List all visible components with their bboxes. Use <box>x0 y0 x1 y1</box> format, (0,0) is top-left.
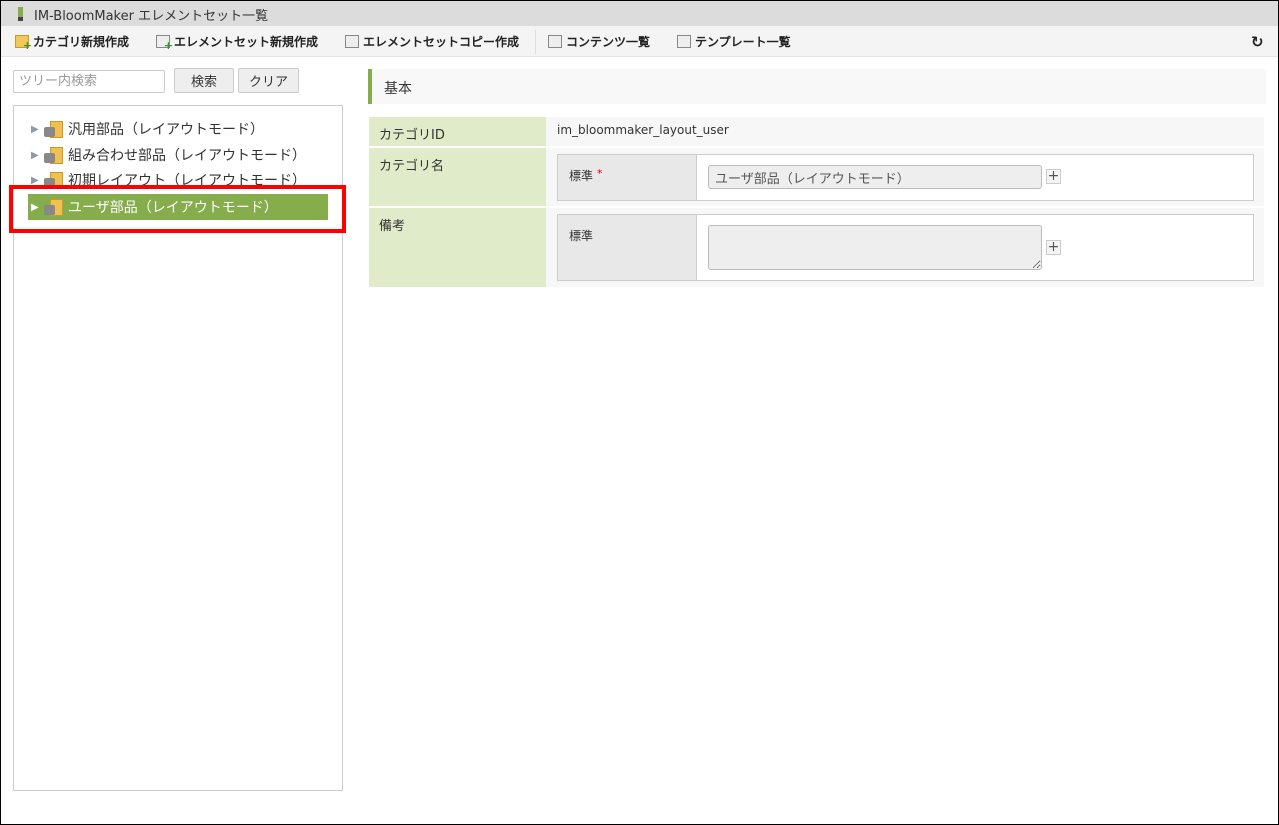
tree-node-label: 汎用部品（レイアウトモード） <box>68 122 264 138</box>
folder-add-icon: + <box>15 35 32 51</box>
app-icon <box>18 7 23 21</box>
copy-icon <box>345 35 359 48</box>
copy-element-set-button[interactable]: エレメントセットコピー作成 <box>345 33 519 50</box>
category-id-value: im_bloommaker_layout_user <box>557 123 729 137</box>
tree-node[interactable]: ▶ 組み合わせ部品（レイアウトモード） <box>28 142 328 168</box>
list-add-icon: + <box>156 35 173 51</box>
template-list-label: テンプレート一覧 <box>695 35 791 49</box>
remarks-locale-box: 標準 + <box>557 214 1254 281</box>
standard-label: 標準 <box>569 229 594 243</box>
locale-label: 標準 <box>558 215 697 280</box>
toolbar: + カテゴリ新規作成 + エレメントセット新規作成 エレメントセットコピー作成 コン… <box>1 26 1278 57</box>
category-name-locale-box: 標準 * + <box>557 154 1254 201</box>
new-category-button[interactable]: + カテゴリ新規作成 <box>15 33 130 51</box>
section-header: 基本 <box>368 69 1266 104</box>
template-list-button[interactable]: テンプレート一覧 <box>677 33 791 50</box>
locked-folder-icon <box>43 147 63 164</box>
list-icon <box>548 35 562 48</box>
tree-node-label: 組み合わせ部品（レイアウトモード） <box>68 148 306 164</box>
expand-arrow-icon[interactable]: ▶ <box>31 124 43 135</box>
category-id-label: カテゴリID <box>369 117 546 146</box>
contents-list-button[interactable]: コンテンツ一覧 <box>548 33 650 50</box>
category-name-row: カテゴリ名 標準 * + <box>369 148 1264 206</box>
category-name-input[interactable] <box>708 165 1042 189</box>
search-button[interactable]: 検索 <box>174 68 234 93</box>
tree-node[interactable]: ▶ 汎用部品（レイアウトモード） <box>28 116 328 142</box>
new-element-set-button[interactable]: + エレメントセット新規作成 <box>156 33 319 51</box>
tree-search-input[interactable] <box>13 70 165 93</box>
locale-label: 標準 * <box>558 155 697 200</box>
toolbar-divider <box>535 30 536 54</box>
expand-arrow-icon[interactable]: ▶ <box>31 150 43 161</box>
clear-button[interactable]: クリア <box>238 68 299 93</box>
new-element-set-label: エレメントセット新規作成 <box>174 35 319 49</box>
required-mark: * <box>596 167 603 180</box>
category-name-label: カテゴリ名 <box>369 148 546 206</box>
expand-arrow-icon[interactable]: ▶ <box>31 175 43 186</box>
remarks-label: 備考 <box>369 208 546 287</box>
add-locale-button[interactable]: + <box>1046 169 1061 184</box>
add-locale-button[interactable]: + <box>1046 240 1061 255</box>
remarks-row: 備考 標準 + <box>369 208 1264 287</box>
category-id-row: カテゴリID im_bloommaker_layout_user <box>369 117 1264 146</box>
new-category-label: カテゴリ新規作成 <box>33 35 130 49</box>
window-title: IM-BloomMaker エレメントセット一覧 <box>34 9 269 24</box>
highlight-box <box>9 185 346 233</box>
standard-label: 標準 <box>569 169 594 183</box>
list-icon <box>677 35 691 48</box>
copy-element-set-label: エレメントセットコピー作成 <box>363 35 520 49</box>
remarks-textarea[interactable] <box>708 225 1042 270</box>
contents-list-label: コンテンツ一覧 <box>566 35 651 49</box>
refresh-icon[interactable]: ↻ <box>1251 33 1264 51</box>
title-bar: IM-BloomMaker エレメントセット一覧 <box>1 1 1278 26</box>
locked-folder-icon <box>43 121 63 138</box>
